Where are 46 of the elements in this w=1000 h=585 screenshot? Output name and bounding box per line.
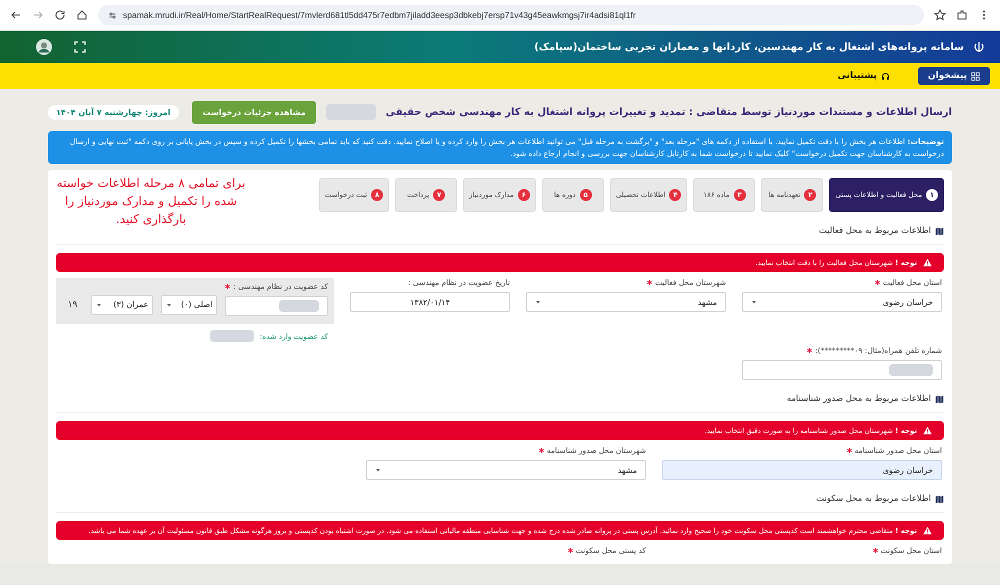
site-settings-icon[interactable] (108, 10, 117, 20)
membership-code: ۱۹ (66, 300, 78, 310)
nav-tab[interactable]: پشتیبانی (827, 67, 900, 85)
star-icon[interactable] (934, 9, 946, 21)
redacted-block (210, 330, 254, 342)
annotation-text: برای تمامی ۸ مرحله اطلاعات خواسته شده را تکمیل و مدارک موردنیاز را بارگذاری کنید. (56, 175, 246, 228)
app-title: سامانه پروانه‌های اشتغال به کار مهندسین، کاردانها و معماران تجربی ساختمان(سپامک) (534, 42, 964, 52)
section-title: اطلاعات مربوط به محل فعالیت (818, 226, 931, 236)
caret-icon (375, 467, 381, 474)
input-field[interactable]: خراسان رضوی (662, 460, 942, 480)
address-bar[interactable]: spamak.mrudi.ir/Real/Home/StartRealRequest/7mvlerd681tl5dd475r7edbm7jiladd3eesp3dbkebj7ersp71v43g45eawkmgsj7ir4adsi81ql1fr (98, 5, 924, 25)
fullscreen-icon[interactable] (74, 41, 86, 53)
select-field[interactable]: مشهد (526, 292, 726, 312)
grid-icon (971, 72, 980, 80)
select-field[interactable]: عمران (۳) (91, 294, 154, 315)
page-title: ارسال اطلاعات و مستندات موردنیاز توسط متقاضی : تمدید و تغییرات پروانه اشتغال به کار مهندسی شخص حقیقی (386, 106, 952, 118)
extensions-icon[interactable] (956, 9, 968, 21)
emblem-icon (972, 40, 986, 54)
warning-icon (923, 426, 932, 436)
select-field[interactable]: خراسان رضوی (742, 292, 942, 312)
warning-icon (923, 526, 932, 536)
redacted-block (889, 364, 933, 376)
nav-tab[interactable]: پیشخوان (918, 67, 990, 85)
caret-icon (535, 299, 541, 306)
select-field[interactable]: اصلی (۰) (161, 294, 218, 315)
caret-icon (751, 299, 757, 306)
date-badge: امروز: چهارشنبه ۷ آبان ۱۴۰۴ (48, 104, 179, 120)
headset-icon (880, 72, 890, 80)
caret-icon (96, 302, 102, 308)
select-field[interactable]: مشهد (366, 460, 646, 480)
url-text: spamak.mrudi.ir/Real/Home/StartRealRequest/7mvlerd681tl5dd475r7edbm7jiladd3eesp3dbkebj7ersp71v43g45eawkmgsj7ir4adsi81ql1fr (123, 10, 636, 20)
redacted-block (279, 300, 319, 312)
back-icon[interactable] (10, 9, 22, 21)
warning-icon (923, 258, 932, 268)
reload-icon[interactable] (54, 9, 66, 21)
caret-icon (166, 302, 172, 308)
date-input-field[interactable]: ۱۳۸۲/۰۱/۱۴ (350, 292, 510, 312)
phone-input-field[interactable] (742, 360, 942, 380)
input-field[interactable] (225, 296, 328, 316)
map-icon (935, 226, 944, 236)
section-title: اطلاعات مربوط به محل سکونت (816, 494, 931, 504)
home-icon[interactable] (76, 9, 88, 21)
section-title: اطلاعات مربوط به محل صدور شناسنامه (786, 394, 931, 404)
map-icon (935, 394, 944, 404)
map-icon (935, 494, 944, 504)
avatar-icon[interactable] (36, 39, 52, 55)
